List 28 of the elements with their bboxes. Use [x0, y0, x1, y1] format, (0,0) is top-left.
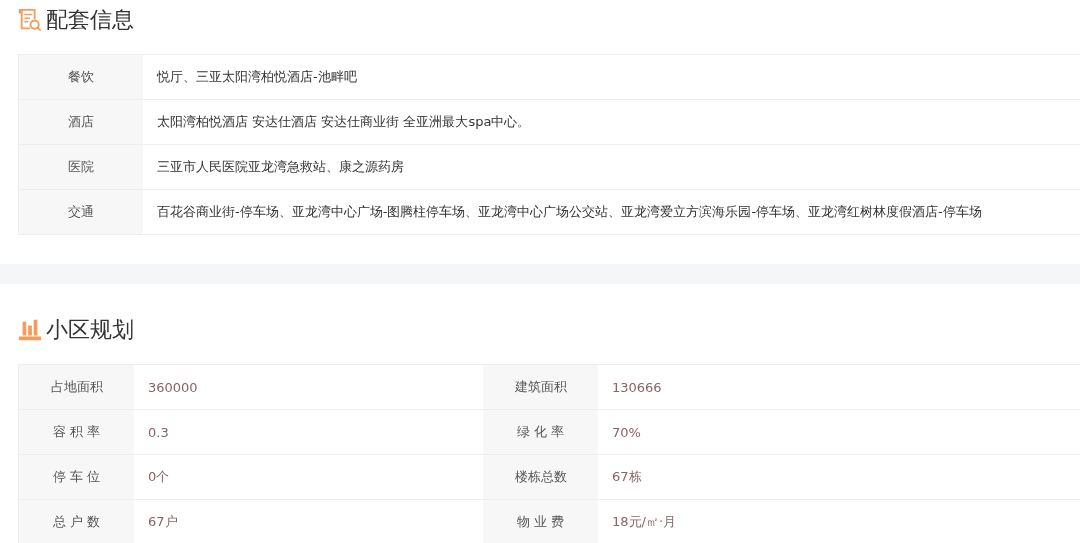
label-cell: 酒店 [19, 100, 143, 144]
label-cell: 交通 [19, 190, 143, 234]
value-cell-text: 67户 [147, 513, 179, 531]
label-cell: 容 积 率 [19, 410, 134, 454]
label-cell: 停 车 位 [19, 455, 134, 499]
value-cell-text: 18元/㎡·月 [611, 513, 678, 531]
section-title: 小区规划 [46, 316, 134, 344]
value-cell-text: 67栋 [611, 468, 643, 486]
label-cell: 餐饮 [19, 55, 143, 99]
document-search-icon [18, 8, 42, 32]
label-cell: 医院 [19, 145, 143, 189]
value-cell-text: 百花谷商业街-停车场、亚龙湾中心广场-图腾柱停车场、亚龙湾中心广场公交站、亚龙湾爱立方滨海乐园-停车场、亚龙湾红树林度假酒店-停车场 [156, 203, 983, 221]
label-cell: 占地面积 [19, 365, 134, 409]
value-cell-text: 0.3 [147, 423, 170, 442]
label-cell: 楼栋总数 [483, 455, 598, 499]
label-cell: 绿 化 率 [483, 410, 598, 454]
section-title: 配套信息 [46, 6, 134, 34]
value-cell-text: 三亚市人民医院亚龙湾急救站、康之源药房 [156, 158, 405, 176]
value-cell-text: 太阳湾柏悦酒店 安达仕酒店 安达仕商业街 全亚洲最大spa中心。 [156, 113, 532, 131]
label-cell: 总 户 数 [19, 500, 134, 543]
bar-chart-icon [18, 318, 42, 342]
label-cell: 物 业 费 [483, 500, 598, 543]
value-cell-text: 360000 [147, 378, 199, 397]
value-cell-text: 0个 [147, 468, 171, 486]
value-cell-text: 70% [611, 423, 642, 442]
value-cell-text: 悦厅、三亚太阳湾柏悦酒店-池畔吧 [156, 68, 358, 86]
label-cell: 建筑面积 [483, 365, 598, 409]
value-cell-text: 130666 [611, 378, 663, 397]
